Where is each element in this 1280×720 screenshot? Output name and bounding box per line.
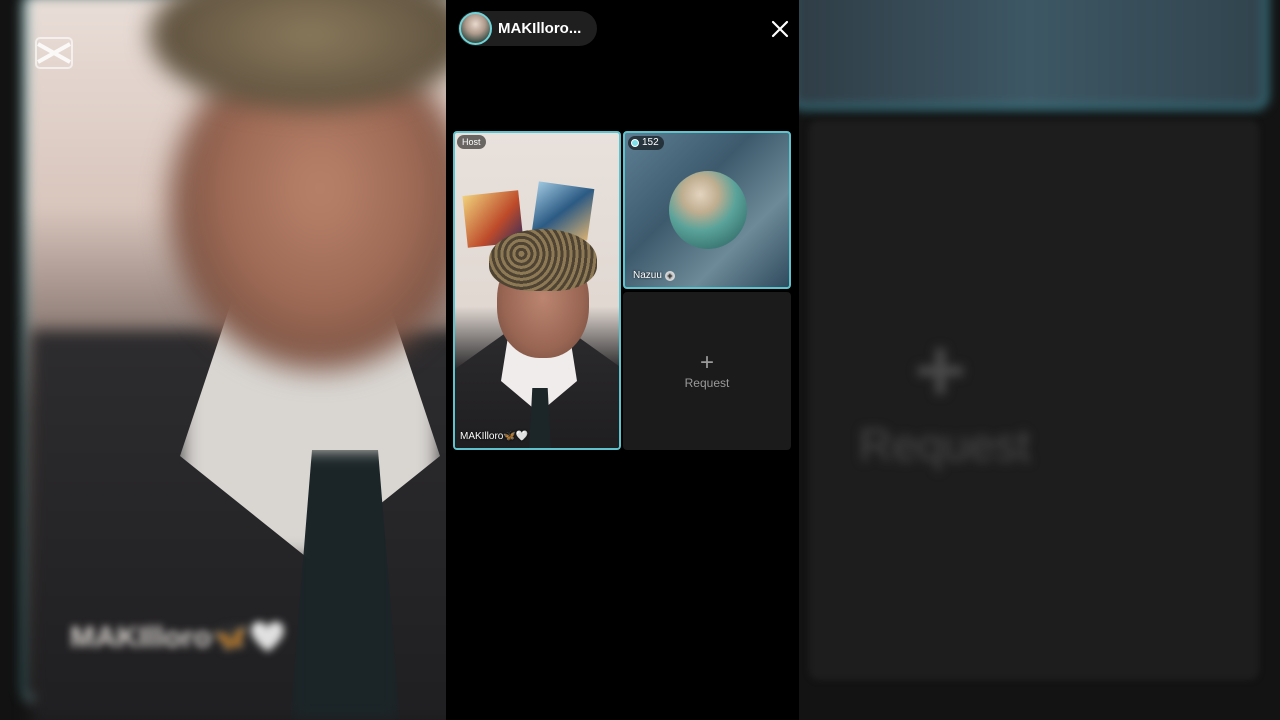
background-right-blur: + Request [799, 0, 1280, 720]
follow-plus-icon[interactable]: + [664, 270, 675, 281]
guest-avatar [669, 171, 747, 249]
blurred-host-name: MAKIlloro🦋🤍 [70, 621, 287, 654]
blurred-plus-icon: + [914, 321, 967, 421]
close-icon[interactable] [768, 17, 792, 41]
blurred-request-tile [809, 120, 1259, 680]
guest-tile-name: Nazuu [633, 270, 662, 281]
host-badge: Host [457, 135, 486, 149]
background-left-blur: MAKIlloro🦋🤍 [0, 0, 446, 720]
host-tile-name: MAKIlloro🦋🤍 [460, 431, 529, 442]
viewer-count: 152 [642, 137, 659, 148]
blurred-request-label: Request [859, 419, 1031, 471]
viewer-count-badge: 152 [628, 136, 664, 150]
host-tie [529, 388, 551, 448]
guest-tile-name-row[interactable]: Nazuu + [633, 270, 675, 281]
capcut-logo-icon [34, 36, 74, 70]
guest-video-tile[interactable]: 152 Nazuu + [623, 131, 791, 289]
host-profile-pill[interactable]: MAKIlloro... [458, 11, 597, 46]
viewer-dot-icon [631, 139, 639, 147]
live-panel: MAKIlloro... Host MAKIlloro🦋🤍 152 Nazuu … [446, 0, 799, 720]
request-slot[interactable]: + Request [623, 292, 791, 450]
request-label: Request [684, 376, 730, 390]
host-name: MAKIlloro... [498, 20, 582, 37]
blurred-guest-tile [799, 0, 1269, 110]
host-headwrap [489, 229, 597, 291]
host-video-tile[interactable]: Host MAKIlloro🦋🤍 [453, 131, 621, 450]
plus-icon: + [699, 349, 714, 376]
host-avatar[interactable] [459, 12, 492, 45]
